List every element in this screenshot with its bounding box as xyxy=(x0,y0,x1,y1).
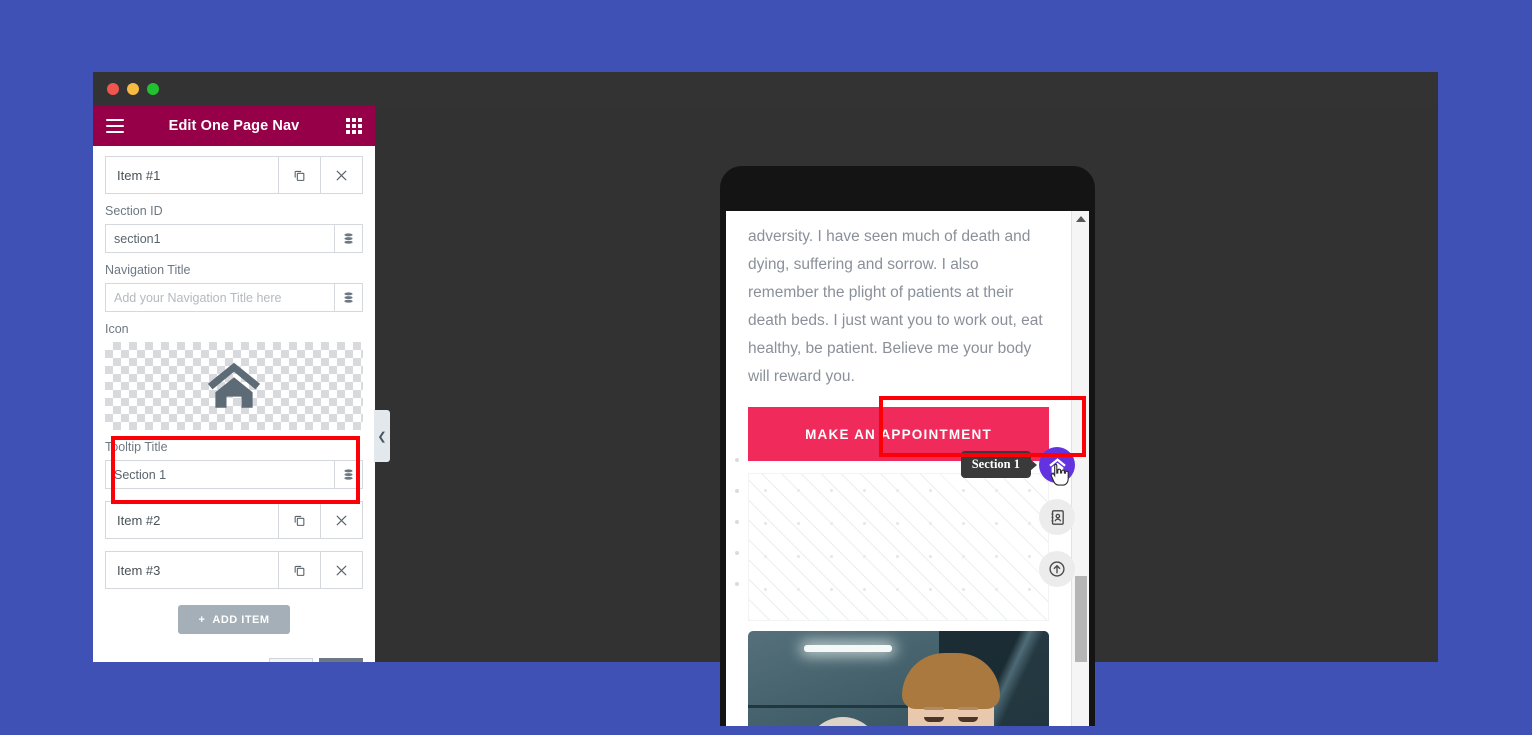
panel-collapse-tab[interactable]: ❮ xyxy=(374,410,390,462)
window-titlebar xyxy=(93,72,1438,106)
home-icon xyxy=(1048,457,1066,473)
hatched-placeholder-section xyxy=(735,458,1049,621)
window-close-button[interactable] xyxy=(107,83,119,95)
phone-screen: adversity. I have seen much of death and… xyxy=(726,211,1089,726)
home-icon xyxy=(207,362,261,408)
duplicate-icon[interactable] xyxy=(278,552,320,588)
repeater-item-label: Item #3 xyxy=(117,562,161,578)
close-icon[interactable] xyxy=(320,502,362,538)
editor-panel: Edit One Page Nav Item #1 Section ID sec… xyxy=(93,106,375,662)
nav-button-home[interactable] xyxy=(1039,447,1075,483)
panel-footer-button-primary[interactable] xyxy=(319,658,363,662)
tooltip-title-input-wrap[interactable] xyxy=(105,460,363,489)
field-label: Section ID xyxy=(105,204,163,218)
field-section-id: Section ID xyxy=(105,194,363,253)
person-right-eye-right xyxy=(958,717,978,722)
ceiling-light xyxy=(804,645,892,652)
close-icon[interactable] xyxy=(320,157,362,193)
add-item-button[interactable]: + ADD ITEM xyxy=(178,605,290,634)
navigation-title-input[interactable] xyxy=(106,284,334,311)
browser-window: Edit One Page Nav Item #1 Section ID sec… xyxy=(93,72,1438,726)
add-item-label: ADD ITEM xyxy=(212,613,270,626)
dynamic-tags-icon[interactable] xyxy=(334,225,362,252)
icon-preview[interactable] xyxy=(105,342,363,430)
person-right-brow-right xyxy=(958,707,978,710)
team-photo xyxy=(748,631,1049,726)
decorative-dots xyxy=(735,458,739,613)
panel-footer-button-secondary[interactable] xyxy=(269,658,313,662)
triangle-up-icon[interactable] xyxy=(1075,216,1086,222)
address-book-icon xyxy=(1051,509,1064,525)
person-right-eye-left xyxy=(924,717,944,722)
repeater-item-3[interactable]: Item #3 xyxy=(105,551,363,589)
body-paragraph: adversity. I have seen much of death and… xyxy=(748,228,1043,385)
nav-tooltip: Section 1 xyxy=(960,451,1031,478)
duplicate-icon[interactable] xyxy=(278,502,320,538)
tooltip-title-input[interactable] xyxy=(106,461,334,488)
nav-button-address-book[interactable] xyxy=(1039,499,1075,535)
dynamic-tags-icon[interactable] xyxy=(334,284,362,311)
repeater-item-2[interactable]: Item #2 xyxy=(105,501,363,539)
repeater-item-1[interactable]: Item #1 xyxy=(105,156,363,194)
nav-button-scroll-top[interactable] xyxy=(1039,551,1075,587)
field-label: Navigation Title xyxy=(105,263,191,277)
navigation-title-input-wrap[interactable] xyxy=(105,283,363,312)
window-maximize-button[interactable] xyxy=(147,83,159,95)
grid-icon[interactable] xyxy=(346,118,362,134)
page-title: Edit One Page Nav xyxy=(168,118,300,134)
section-id-input-wrap[interactable] xyxy=(105,224,363,253)
field-label: Icon xyxy=(105,322,129,336)
field-label: Tooltip Title xyxy=(105,440,168,454)
scrollbar-thumb[interactable] xyxy=(1075,576,1087,662)
chevron-left-icon: ❮ xyxy=(377,430,387,443)
person-left xyxy=(806,717,880,726)
field-tooltip-title: Tooltip Title xyxy=(105,430,363,489)
arrow-up-circle-icon xyxy=(1049,561,1065,577)
panel-header: Edit One Page Nav xyxy=(93,106,375,146)
field-icon: Icon xyxy=(105,312,363,430)
plus-icon: + xyxy=(198,613,206,626)
repeater-item-label: Item #2 xyxy=(117,512,161,528)
editor-canvas: Edit One Page Nav Item #1 Section ID sec… xyxy=(93,106,1438,726)
panel-footer-buttons xyxy=(105,658,363,662)
panel-body: Item #1 Section ID section1 Navigation T… xyxy=(93,146,375,662)
duplicate-icon[interactable] xyxy=(278,157,320,193)
person-right-brow-left xyxy=(924,707,944,710)
field-navigation-title: Navigation Title xyxy=(105,253,363,312)
window-minimize-button[interactable] xyxy=(127,83,139,95)
phone-preview-frame: adversity. I have seen much of death and… xyxy=(720,166,1095,726)
dynamic-tags-icon[interactable] xyxy=(334,461,362,488)
close-icon[interactable] xyxy=(320,552,362,588)
section-id-input[interactable] xyxy=(106,225,334,252)
repeater-item-label: Item #1 xyxy=(117,167,161,183)
